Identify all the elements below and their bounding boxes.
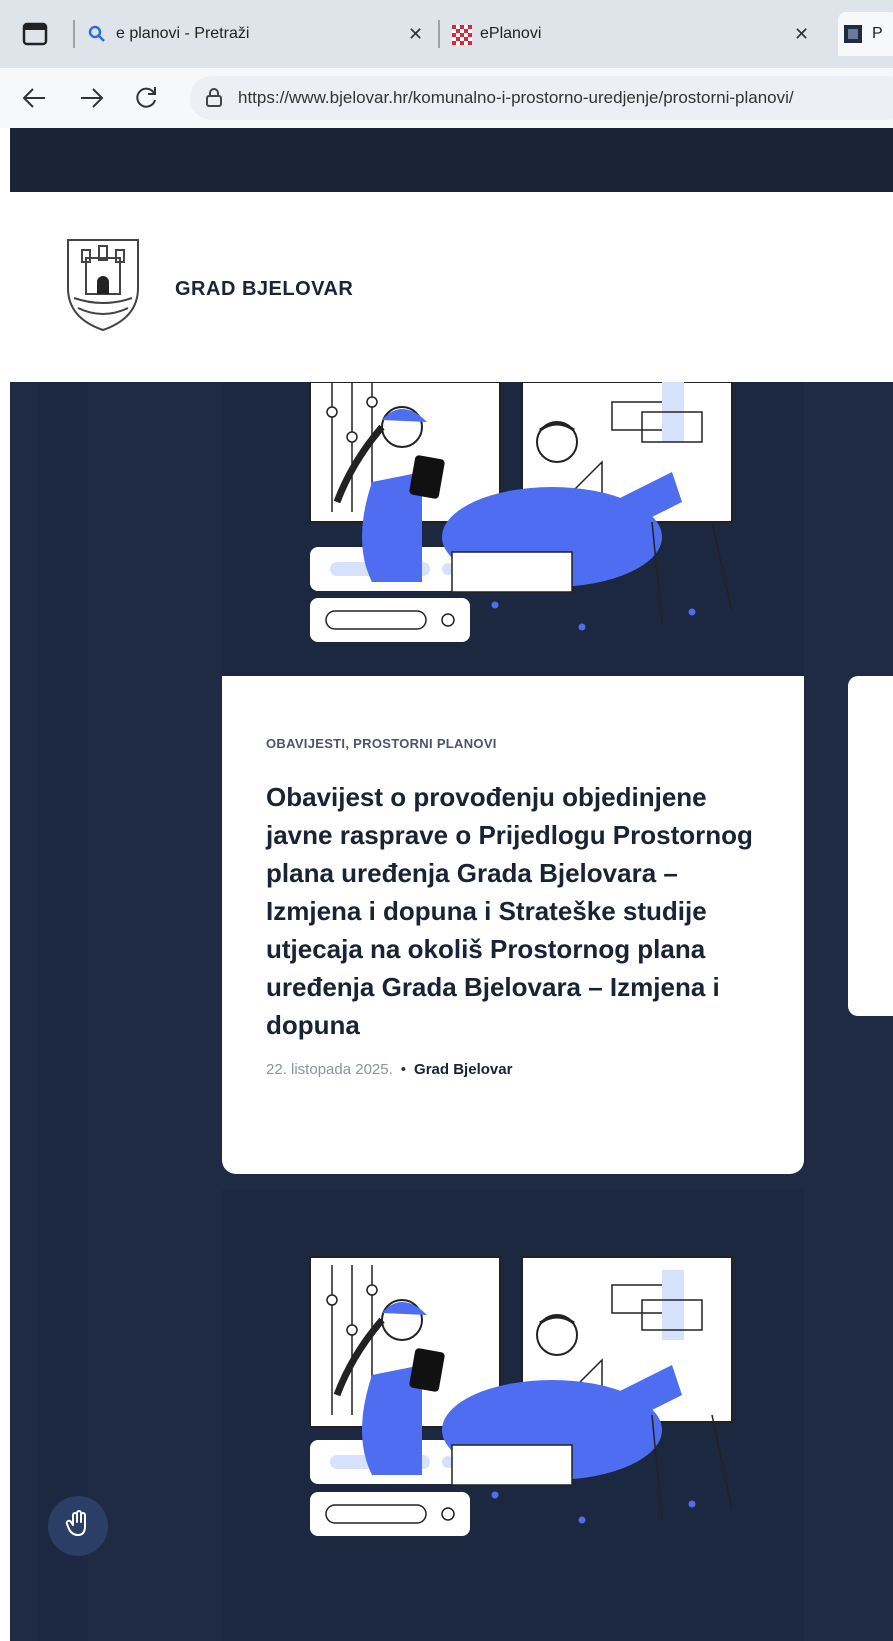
hand-icon <box>65 1509 91 1543</box>
post-category[interactable]: OBAVIJESTI, PROSTORNI PLANOVI <box>266 736 497 751</box>
web-page: GRAD BJELOVAR OBAVIJESTI, PROSTORNI PLAN… <box>0 128 893 1641</box>
tab-divider <box>438 20 440 48</box>
tab-title: ePlanovi <box>480 25 542 42</box>
post-title[interactable]: Obavijest o provođenju objedinjene javne… <box>266 778 766 1044</box>
url-text: https://www.bjelovar.hr/komunalno-i-pros… <box>238 88 794 107</box>
sidebar-column <box>38 382 88 1641</box>
coat-of-arms-logo[interactable] <box>64 236 142 332</box>
accessibility-button[interactable] <box>48 1496 108 1556</box>
browser-nav-bar: https://www.bjelovar.hr/komunalno-i-pros… <box>0 68 893 128</box>
post-illustration[interactable] <box>222 1190 804 1641</box>
next-post-card[interactable] <box>848 676 893 1016</box>
site-topbar <box>10 128 893 192</box>
page-background: GRAD BJELOVAR OBAVIJESTI, PROSTORNI PLAN… <box>10 128 893 1641</box>
close-tab-icon[interactable]: ✕ <box>408 24 423 45</box>
tab-title: P <box>872 25 883 42</box>
tab-eplanovi[interactable]: ePlanovi ✕ <box>452 12 822 56</box>
tab-title: e planovi - Pretraži <box>116 25 250 42</box>
browser-tab-bar: e planovi - Pretraži ✕ ePlanovi ✕ P <box>0 0 893 68</box>
lock-icon[interactable] <box>204 88 224 108</box>
post-date: 22. listopada 2025. <box>266 1061 393 1078</box>
site-name[interactable]: GRAD BJELOVAR <box>175 278 353 301</box>
forward-arrow-icon[interactable] <box>76 82 108 114</box>
site-header: GRAD BJELOVAR <box>10 192 893 382</box>
reload-icon[interactable] <box>130 82 162 114</box>
post-author[interactable]: Grad Bjelovar <box>414 1061 512 1078</box>
post-meta: 22. listopada 2025. • Grad Bjelovar <box>266 1061 512 1078</box>
search-icon <box>88 25 106 43</box>
post-card[interactable]: OBAVIJESTI, PROSTORNI PLANOVI Obavijest … <box>222 676 804 1174</box>
close-tab-icon[interactable]: ✕ <box>794 24 809 45</box>
tab-divider <box>73 20 75 48</box>
tab-active[interactable]: P <box>838 12 893 56</box>
tab-actions-icon[interactable] <box>22 22 48 46</box>
meta-separator: • <box>400 1061 407 1078</box>
back-arrow-icon[interactable] <box>18 82 50 114</box>
site-favicon <box>844 25 862 43</box>
post-illustration[interactable] <box>222 382 804 676</box>
tab-search[interactable]: e planovi - Pretraži ✕ <box>88 12 428 56</box>
eplanovi-logo-icon <box>452 25 472 45</box>
address-bar[interactable]: https://www.bjelovar.hr/komunalno-i-pros… <box>190 76 893 120</box>
